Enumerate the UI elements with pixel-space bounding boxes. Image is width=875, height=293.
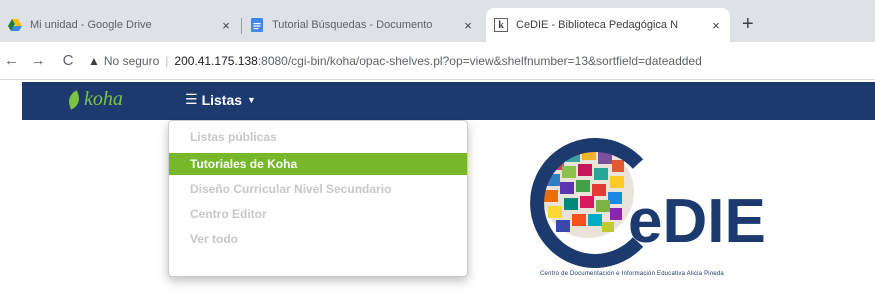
koha-leaf-icon	[65, 89, 83, 110]
tab-tutorial-busquedas[interactable]: Tutorial Búsquedas - Documento ×	[242, 8, 482, 42]
warning-icon: ▲	[88, 53, 100, 68]
koha-favicon: k	[494, 18, 508, 32]
forward-icon[interactable]: →	[26, 52, 50, 69]
close-icon[interactable]: ×	[460, 18, 476, 33]
listas-label: Listas	[201, 91, 243, 108]
logo-caption: Centro de Documentación e Información Ed…	[540, 271, 724, 277]
google-drive-icon	[8, 18, 22, 32]
listas-menu-button[interactable]: ☰ Listas ▼	[185, 91, 256, 108]
dropdown-header-public-lists: Listas públicas	[190, 130, 277, 144]
address-bar[interactable]: ▲ No seguro | 200.41.175.138:8080/cgi-bi…	[88, 48, 875, 74]
koha-navbar: koha ☰ Listas ▼	[22, 82, 875, 120]
omnibox-divider: |	[165, 53, 169, 68]
cedie-logo: eDIE	[530, 138, 766, 268]
tab-google-drive[interactable]: Mi unidad - Google Drive ×	[0, 8, 240, 42]
close-icon[interactable]: ×	[708, 18, 724, 33]
tab-title: CeDIE - Biblioteca Pedagógica N	[516, 19, 679, 31]
reload-icon[interactable]: C	[56, 52, 80, 69]
dropdown-item-centro-editor[interactable]: Centro Editor	[169, 203, 467, 225]
koha-brand-text: koha	[84, 88, 123, 110]
back-icon[interactable]: ←	[0, 52, 19, 69]
url-path: :8080/cgi-bin/koha/opac-shelves.pl?op=vi…	[257, 53, 702, 68]
not-secure-label: No seguro	[103, 53, 160, 68]
listas-dropdown: Listas públicas Tutoriales de Koha Diseñ…	[168, 120, 468, 277]
dropdown-item-tutoriales[interactable]: Tutoriales de Koha	[169, 153, 467, 175]
dropdown-item-diseno-curricular[interactable]: Diseño Curricular Nivel Secundario	[169, 178, 467, 200]
caret-down-icon: ▼	[247, 94, 256, 105]
list-icon: ☰	[185, 91, 198, 107]
url-host: 200.41.175.138	[174, 53, 258, 68]
browser-toolbar: ← → C ▲ No seguro | 200.41.175.138:8080/…	[0, 42, 875, 80]
tab-title: Tutorial Búsquedas - Documento	[272, 19, 433, 31]
tab-cedie[interactable]: k CeDIE - Biblioteca Pedagógica N ×	[486, 8, 730, 42]
browser-tab-strip: Mi unidad - Google Drive × Tutorial Búsq…	[0, 0, 875, 42]
google-docs-icon	[250, 18, 264, 32]
koha-logo[interactable]: koha	[65, 88, 123, 111]
new-tab-button[interactable]: +	[742, 14, 754, 34]
tab-title: Mi unidad - Google Drive	[30, 19, 152, 31]
close-icon[interactable]: ×	[218, 18, 234, 33]
dropdown-item-ver-todo[interactable]: Ver todo	[169, 228, 467, 250]
logo-wordmark: eDIE	[628, 187, 766, 256]
